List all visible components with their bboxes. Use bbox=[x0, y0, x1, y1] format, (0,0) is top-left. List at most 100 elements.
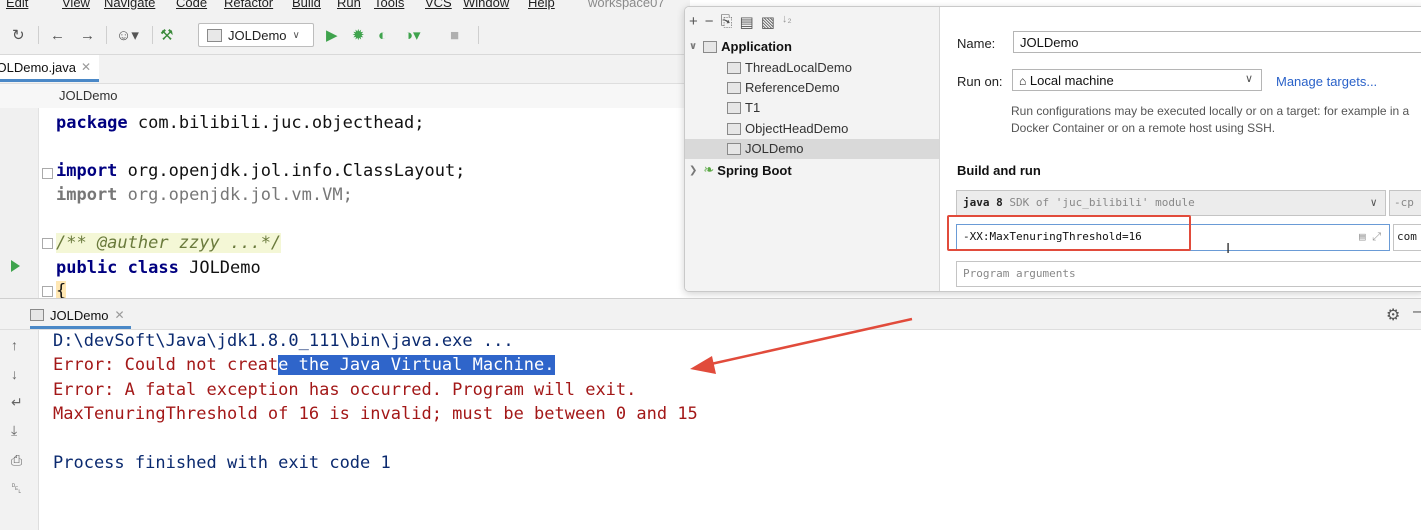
folder-icon[interactable]: ▧ bbox=[761, 13, 775, 33]
toolbar-separator bbox=[38, 26, 39, 44]
add-icon[interactable]: + bbox=[689, 13, 698, 33]
toolbar-separator bbox=[152, 26, 153, 44]
close-icon[interactable]: ✕ bbox=[81, 60, 91, 74]
run-config-label: JOLDemo bbox=[228, 27, 287, 43]
menu-view[interactable]: View bbox=[62, 0, 90, 10]
run-gutter-icon[interactable] bbox=[11, 260, 20, 272]
scroll-to-end-icon[interactable]: ⤓ bbox=[11, 422, 17, 439]
down-arrow-icon[interactable]: ↓ bbox=[11, 366, 18, 382]
jdk-select[interactable]: java 8 SDK of 'juc_bilibili' module ∨ bbox=[956, 190, 1386, 216]
tab-label: JOLDemo.java bbox=[0, 59, 76, 75]
save-icon[interactable]: ▤ bbox=[740, 13, 754, 33]
program-arguments-input[interactable]: Program arguments bbox=[956, 261, 1421, 287]
config-icon bbox=[30, 309, 44, 321]
sort-icon[interactable]: ↓₂ bbox=[782, 13, 792, 33]
gear-icon[interactable]: ⚙ bbox=[1386, 305, 1400, 325]
toolbar-separator bbox=[478, 26, 479, 44]
menu-navigate[interactable]: Navigate bbox=[104, 0, 155, 10]
build-hammer-icon[interactable]: ⚒ bbox=[160, 24, 173, 46]
tree-item-t1[interactable]: T1 bbox=[727, 100, 760, 115]
forward-arrow-icon[interactable]: → bbox=[80, 24, 95, 46]
tree-node-application[interactable]: ∨ Application bbox=[689, 39, 792, 54]
menu-build[interactable]: Build bbox=[292, 0, 321, 10]
config-icon bbox=[727, 142, 741, 155]
console-line-error-1: Error: Could not create the Java Virtual… bbox=[53, 355, 555, 375]
tree-selection bbox=[685, 139, 939, 159]
tree-item-objectheaddemo[interactable]: ObjectHeadDemo bbox=[727, 121, 848, 136]
name-input[interactable]: JOLDemo bbox=[1013, 31, 1421, 53]
code-line-import-classlayout: import org.openjdk.jol.info.ClassLayout; bbox=[56, 161, 466, 181]
profile-icon[interactable]: ◑▾ bbox=[404, 24, 421, 46]
menu-run[interactable]: Run bbox=[337, 0, 361, 10]
run-on-label: Run on: bbox=[957, 74, 1003, 89]
tree-item-threadlocaldemo[interactable]: ThreadLocalDemo bbox=[727, 60, 852, 75]
trash-icon[interactable]: ␡ bbox=[11, 480, 22, 497]
console-line-error-3: MaxTenuringThreshold of 16 is invalid; m… bbox=[53, 404, 698, 424]
fold-marker-icon[interactable] bbox=[42, 286, 53, 297]
run-play-icon[interactable]: ▶ bbox=[326, 24, 338, 46]
editor-tabs: JOLDemo.java ✕ bbox=[0, 55, 690, 84]
menu-window[interactable]: Window bbox=[463, 0, 509, 10]
config-icon bbox=[727, 61, 741, 74]
classpath-select[interactable]: -cp bbox=[1389, 190, 1421, 216]
run-on-value: Local machine bbox=[1029, 73, 1114, 88]
run-tab-joldemo[interactable]: JOLDemo ✕ bbox=[30, 304, 131, 329]
menu-refactor[interactable]: Refactor bbox=[224, 0, 273, 10]
chevron-down-icon: ∨ bbox=[292, 29, 300, 41]
chevron-down-icon: ∨ bbox=[1370, 196, 1377, 209]
run-config-selector[interactable]: JOLDemo ∨ bbox=[198, 23, 314, 47]
run-on-select[interactable]: ⌂ Local machine ∨ bbox=[1012, 69, 1262, 91]
menu-tools[interactable]: Tools bbox=[374, 0, 404, 10]
code-line-import-vm: import org.openjdk.jol.vm.VM; bbox=[56, 185, 353, 205]
close-icon[interactable]: ✕ bbox=[115, 308, 125, 322]
run-on-description: Run configurations may be executed local… bbox=[1011, 104, 1410, 135]
config-detail-panel: Name: JOLDemo Run on: ⌂ Local machine ∨ … bbox=[940, 7, 1421, 291]
debug-bug-icon[interactable]: ✹ bbox=[352, 24, 365, 46]
toolbar-separator bbox=[106, 26, 107, 44]
tab-joldemo-java[interactable]: JOLDemo.java ✕ bbox=[0, 55, 100, 82]
code-editor[interactable]: package com.bilibili.juc.objecthead; imp… bbox=[0, 108, 690, 301]
tree-item-joldemo[interactable]: JOLDemo bbox=[727, 141, 804, 156]
print-icon[interactable]: ⎙ bbox=[11, 452, 22, 469]
menu-vcs[interactable]: VCS bbox=[425, 0, 452, 10]
main-class-input[interactable]: com bbox=[1393, 224, 1421, 251]
coverage-icon[interactable]: ◐ bbox=[378, 24, 387, 46]
menu-help[interactable]: Help bbox=[528, 0, 555, 10]
workspace-title: workspace07 bbox=[588, 0, 665, 10]
minimize-icon[interactable]: – bbox=[1413, 303, 1421, 321]
run-tab-label: JOLDemo bbox=[50, 307, 109, 323]
chevron-down-icon: ∨ bbox=[1244, 73, 1253, 85]
config-tree-panel: + − ⎘ ▤ ▧ ↓₂ ∨ Application ThreadLocalDe… bbox=[685, 7, 940, 291]
stop-icon[interactable]: ■ bbox=[450, 24, 459, 46]
sync-icon[interactable]: ↻ bbox=[12, 24, 25, 46]
breadcrumb: JOLDemo bbox=[0, 84, 690, 109]
remove-icon[interactable]: − bbox=[705, 13, 714, 33]
tree-item-referencedemo[interactable]: ReferenceDemo bbox=[727, 80, 840, 95]
config-tree-toolbar: + − ⎘ ▤ ▧ ↓₂ bbox=[689, 13, 792, 33]
soft-wrap-icon[interactable]: ↵ bbox=[11, 394, 23, 411]
fold-marker-icon[interactable] bbox=[42, 168, 53, 179]
tree-node-spring-boot[interactable]: ❯ ❧ Spring Boot bbox=[689, 162, 792, 178]
vcs-user-icon[interactable]: ☺▾ bbox=[116, 24, 139, 46]
code-line-class-decl: public class JOLDemo bbox=[56, 258, 261, 278]
console-line-finished: Process finished with exit code 1 bbox=[53, 453, 391, 473]
vm-options-annotation-box bbox=[947, 215, 1191, 251]
expand-icon[interactable]: ▤ ⤢ bbox=[1359, 230, 1381, 244]
menu-edit[interactable]: Edit bbox=[6, 0, 28, 10]
chevron-right-icon[interactable]: ❯ bbox=[689, 165, 697, 176]
back-arrow-icon[interactable]: ← bbox=[50, 24, 65, 46]
config-icon bbox=[727, 101, 741, 114]
copy-icon[interactable]: ⎘ bbox=[721, 13, 733, 33]
breadcrumb-class[interactable]: JOLDemo bbox=[59, 88, 118, 103]
up-arrow-icon[interactable]: ↑ bbox=[11, 337, 18, 353]
text-cursor-icon: I bbox=[1226, 240, 1231, 257]
menu-code[interactable]: Code bbox=[176, 0, 207, 10]
chevron-down-icon[interactable]: ∨ bbox=[689, 41, 697, 52]
fold-marker-icon[interactable] bbox=[42, 238, 53, 249]
build-and-run-heading: Build and run bbox=[957, 163, 1041, 178]
console-selection: e the Java Virtual Machine. bbox=[278, 355, 555, 375]
config-icon bbox=[727, 81, 741, 94]
manage-targets-link[interactable]: Manage targets... bbox=[1276, 74, 1377, 89]
code-line-package: package com.bilibili.juc.objecthead; bbox=[56, 113, 425, 133]
console-line-command: D:\devSoft\Java\jdk1.8.0_111\bin\java.ex… bbox=[53, 331, 514, 351]
